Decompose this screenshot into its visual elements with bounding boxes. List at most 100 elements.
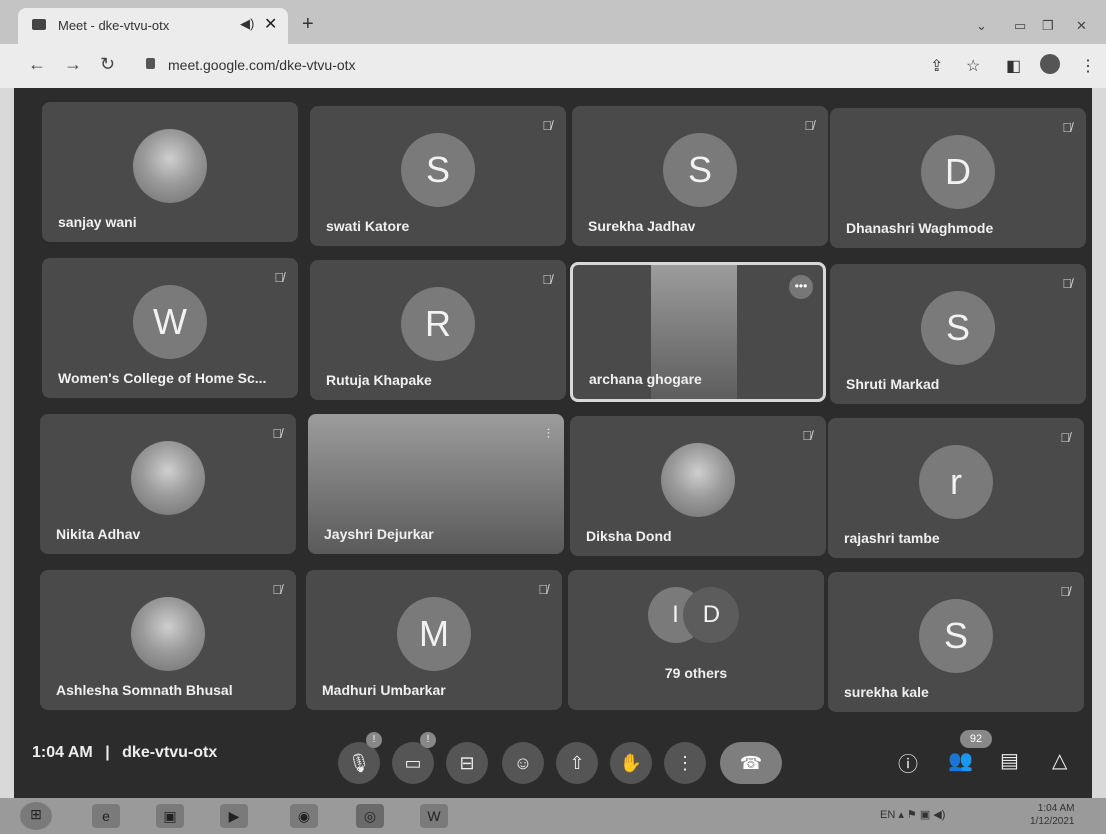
participant-name: Ashlesha Somnath Bhusal <box>56 682 233 698</box>
participant-name: rajashri tambe <box>844 530 940 546</box>
participant-photo <box>131 597 205 672</box>
leave-call-button[interactable]: ☎ <box>720 742 782 784</box>
start-button[interactable]: ⊞ <box>20 802 52 830</box>
taskbar-chrome-icon[interactable]: ◎ <box>356 804 384 828</box>
taskbar-word-icon[interactable]: W <box>420 804 448 828</box>
participant-name: swati Katore <box>326 218 410 234</box>
browser-menu-icon[interactable]: ⋮ <box>1080 56 1096 76</box>
mic-off-icon: 🎙̸ <box>542 118 552 133</box>
camera-toggle-button[interactable]: ▭ <box>392 742 434 784</box>
activities-icon[interactable]: △ <box>1052 748 1067 773</box>
audio-playing-icon[interactable]: ◀) <box>240 16 254 32</box>
participant-tile[interactable]: ⫶ Jayshri Dejurkar <box>308 414 564 554</box>
participant-tile[interactable]: 🎙̸ Diksha Dond <box>570 416 826 556</box>
meet-favicon-icon <box>32 19 46 30</box>
participant-tile[interactable]: 🎙̸ r rajashri tambe <box>828 418 1084 558</box>
participant-tile[interactable]: 🎙̸ S Shruti Markad <box>830 264 1086 404</box>
participant-tile-active-speaker[interactable]: ••• archana ghogare <box>570 262 826 402</box>
language-indicator: EN <box>880 809 896 821</box>
profile-avatar[interactable] <box>1040 54 1060 74</box>
participant-tile[interactable]: 🎙̸ D Dhanashri Waghmode <box>830 108 1086 248</box>
reload-icon[interactable]: ↻ <box>100 54 115 75</box>
url-field[interactable]: meet.google.com/dke-vtvu-otx <box>168 57 356 73</box>
participant-tile[interactable]: 🎙̸ R Rutuja Khapake <box>310 260 566 400</box>
meet-control-bar: 1:04 AM | dke-vtvu-otx 🎙 ! ▭ ! ⊟ ☺ ⇧ ✋ ⋮… <box>14 728 1092 798</box>
forward-icon[interactable]: → <box>64 54 82 75</box>
participant-tile[interactable]: 🎙̸ W Women's College of Home Sc... <box>42 258 298 398</box>
mic-off-icon: 🎙̸ <box>272 582 282 597</box>
participant-tile[interactable]: sanjay wani <box>42 102 298 242</box>
mic-off-icon: 🎙̸ <box>272 426 282 441</box>
mic-alert-badge: ! <box>366 732 382 748</box>
participant-name: Women's College of Home Sc... <box>58 370 267 386</box>
participant-name: Shruti Markad <box>846 376 940 392</box>
clock-time: 1:04 AM <box>1037 803 1075 814</box>
participant-avatar: S <box>921 291 995 366</box>
present-screen-button[interactable]: ⇧ <box>556 742 598 784</box>
chat-icon[interactable]: ▤ <box>1000 748 1019 773</box>
taskbar-media-icon[interactable]: ▶ <box>220 804 248 828</box>
mic-off-icon: 🎙̸ <box>1062 276 1072 291</box>
camera-alert-badge: ! <box>420 732 436 748</box>
bookmark-star-icon[interactable]: ☆ <box>966 56 980 76</box>
browser-tab[interactable]: Meet - dke-vtvu-otx ◀) ✕ <box>18 8 288 44</box>
captions-button[interactable]: ⊟ <box>446 742 488 784</box>
participant-avatar: S <box>401 133 475 208</box>
participant-name: Jayshri Dejurkar <box>324 526 434 542</box>
participant-name: surekha kale <box>844 684 929 700</box>
participant-name: Surekha Jadhav <box>588 218 696 234</box>
participant-photo <box>131 441 205 516</box>
more-options-button[interactable]: ⋮ <box>664 742 706 784</box>
mic-toggle-button[interactable]: 🎙 <box>338 742 380 784</box>
os-taskbar: ⊞ e ▣ ▶ ◉ ◎ W EN ▴ ⚑ ▣ ◀) 1:04 AM 1/12/2… <box>0 798 1106 834</box>
more-options-icon[interactable]: ••• <box>789 275 813 299</box>
back-icon[interactable]: ← <box>28 54 46 75</box>
meeting-code: dke-vtvu-otx <box>122 744 218 761</box>
emoji-reactions-button[interactable]: ☺ <box>502 742 544 784</box>
meeting-info: 1:04 AM | dke-vtvu-otx <box>32 744 217 762</box>
taskbar-app-icon[interactable]: ◉ <box>290 804 318 828</box>
tab-title: Meet - dke-vtvu-otx <box>58 18 170 33</box>
participant-name: Madhuri Umbarkar <box>322 682 446 698</box>
taskbar-ie-icon[interactable]: e <box>92 804 120 828</box>
taskbar-folder-icon[interactable]: ▣ <box>156 804 184 828</box>
new-tab-button[interactable]: + <box>302 14 314 34</box>
participant-photo <box>133 129 207 204</box>
tray-icons[interactable]: EN ▴ ⚑ ▣ ◀) <box>880 808 945 821</box>
participant-avatar: r <box>919 445 993 520</box>
close-tab-icon[interactable]: ✕ <box>264 14 277 34</box>
meeting-details-icon[interactable]: ⓘ <box>898 748 918 777</box>
others-avatar: D <box>683 586 740 643</box>
lock-icon <box>146 58 155 69</box>
participant-avatar: D <box>921 135 995 210</box>
others-count: 79 others <box>664 665 728 681</box>
mic-off-icon: 🎙̸ <box>804 118 814 133</box>
participant-tile[interactable]: 🎙̸ Nikita Adhav <box>40 414 296 554</box>
participant-tile[interactable]: 🎙̸ S Surekha Jadhav <box>572 106 828 246</box>
participant-tile[interactable]: 🎙̸ S surekha kale <box>828 572 1084 712</box>
participant-name: sanjay wani <box>58 214 137 230</box>
participant-avatar: S <box>919 599 993 674</box>
tab-strip: Meet - dke-vtvu-otx ◀) ✕ + ⌄ ▭ ❐ ✕ <box>0 0 1106 44</box>
mic-off-icon: 🎙̸ <box>1062 120 1072 135</box>
participant-name: Nikita Adhav <box>56 526 141 542</box>
participant-tile[interactable]: 🎙̸ Ashlesha Somnath Bhusal <box>40 570 296 710</box>
clock-date: 1/12/2021 <box>1030 816 1075 827</box>
participant-tile[interactable]: 🎙̸ S swati Katore <box>310 106 566 246</box>
mic-off-icon: 🎙̸ <box>802 428 812 443</box>
minimize-button[interactable]: ▭ <box>1014 18 1026 34</box>
participant-avatar: M <box>397 597 471 672</box>
others-tile[interactable]: I D 79 others <box>568 570 824 710</box>
meeting-time: 1:04 AM <box>32 744 93 761</box>
participant-tile[interactable]: 🎙̸ M Madhuri Umbarkar <box>306 570 562 710</box>
mic-off-icon: 🎙̸ <box>1060 584 1070 599</box>
mic-off-icon: 🎙̸ <box>538 582 548 597</box>
restore-button[interactable]: ❐ <box>1042 18 1054 34</box>
sidepanel-icon[interactable]: ◧ <box>1006 56 1021 76</box>
raise-hand-button[interactable]: ✋ <box>610 742 652 784</box>
people-icon[interactable]: 👥 <box>948 748 973 773</box>
system-clock[interactable]: 1:04 AM 1/12/2021 <box>1030 802 1075 828</box>
close-window-button[interactable]: ✕ <box>1076 18 1087 34</box>
tab-search-icon[interactable]: ⌄ <box>976 18 987 34</box>
share-icon[interactable]: ⇪ <box>930 56 943 76</box>
